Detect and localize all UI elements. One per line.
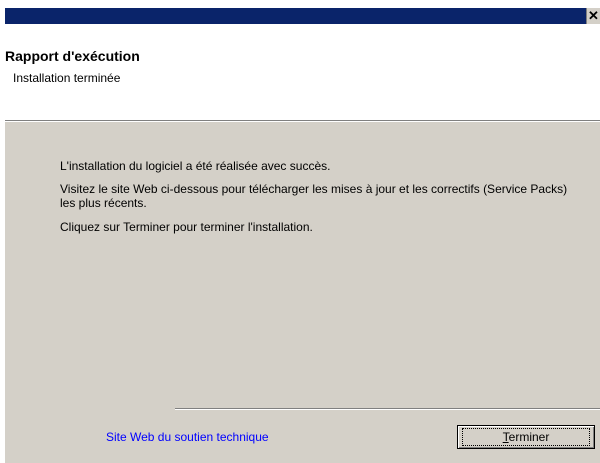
content-area: L'installation du logiciel a été réalisé… [5, 122, 600, 412]
support-website-link[interactable]: Site Web du soutien technique [106, 430, 269, 444]
footer-divider [175, 408, 600, 410]
header-panel: Rapport d'exécution Installation terminé… [5, 24, 600, 120]
close-icon: ✕ [588, 8, 599, 23]
title-bar[interactable]: ✕ [5, 8, 600, 24]
page-title: Rapport d'exécution [5, 48, 140, 64]
finish-instruction: Cliquez sur Terminer pour terminer l'ins… [60, 220, 313, 234]
success-message: L'installation du logiciel a été réalisé… [60, 159, 331, 173]
close-button[interactable]: ✕ [586, 8, 600, 24]
page-subtitle: Installation terminée [13, 71, 121, 85]
updates-message: Visitez le site Web ci-dessous pour télé… [60, 182, 568, 210]
finish-button[interactable]: Terminer [457, 425, 595, 449]
focus-rectangle: Terminer [461, 428, 591, 446]
installer-window: ✕ Rapport d'exécution Installation termi… [5, 8, 600, 463]
finish-button-label: erminer [508, 430, 550, 444]
